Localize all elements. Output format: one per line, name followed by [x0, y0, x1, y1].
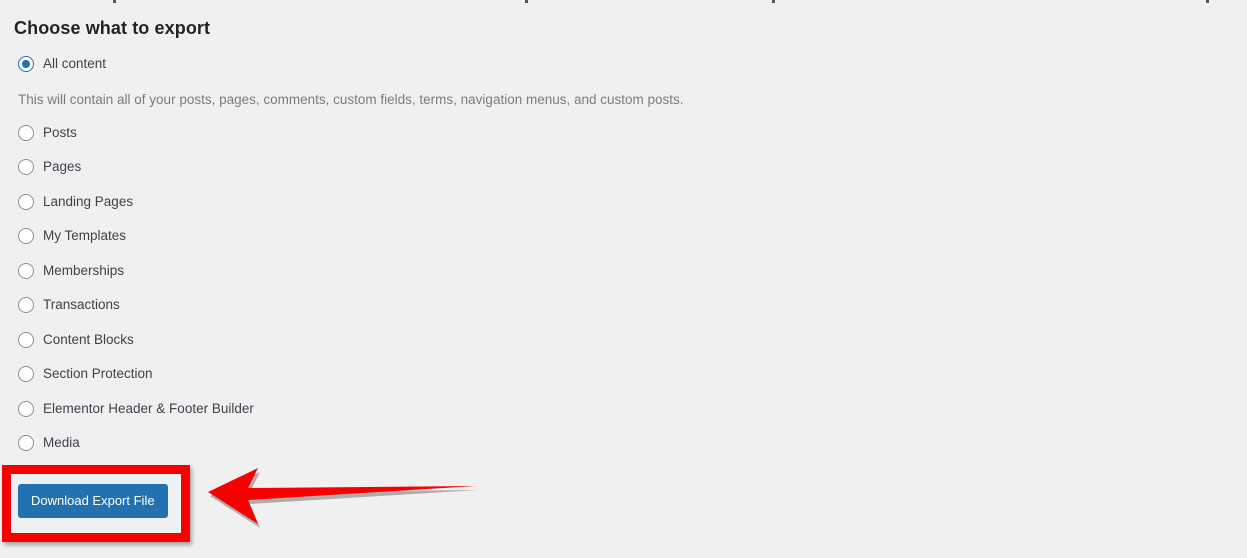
radio-my-templates[interactable] [18, 228, 34, 244]
option-row-landing-pages[interactable]: Landing Pages [0, 193, 900, 228]
radio-elementor-header-footer-builder[interactable] [18, 400, 34, 417]
option-row-elementor-header-footer-builder[interactable]: Elementor Header & Footer Builder [0, 400, 900, 435]
export-options-list: All content Posts Pages Landing Pages My… [0, 55, 900, 469]
clipped-row-remnants [0, 0, 1247, 3]
option-row-content-blocks[interactable]: Content Blocks [0, 331, 900, 366]
radio-pages[interactable] [18, 159, 34, 175]
option-label: Memberships [43, 262, 125, 278]
radio-posts[interactable] [18, 124, 34, 141]
export-settings-page: Choose what to export All content Posts … [0, 0, 1247, 558]
arrow-shadow-shape [210, 472, 478, 528]
option-label: Pages [43, 159, 82, 174]
radio-landing-pages[interactable] [18, 193, 34, 210]
radio-all-content[interactable] [18, 56, 34, 72]
option-label: Media [43, 435, 80, 450]
option-label: Landing Pages [43, 193, 134, 209]
page-title: Choose what to export [14, 18, 211, 38]
option-row-memberships[interactable]: Memberships [0, 262, 900, 297]
option-label: Content Blocks [43, 331, 134, 347]
arrow-shape [208, 468, 476, 524]
radio-media[interactable] [18, 435, 34, 451]
option-label: All content [43, 56, 107, 71]
radio-memberships[interactable] [18, 262, 34, 279]
option-label: Transactions [43, 297, 120, 312]
option-row-all-content[interactable]: All content [0, 55, 900, 90]
option-row-posts[interactable]: Posts [0, 124, 900, 159]
option-label: Posts [43, 124, 77, 140]
all-content-description: This will contain all of your posts, pag… [18, 92, 684, 107]
option-row-my-templates[interactable]: My Templates [0, 227, 900, 262]
highlight-box-annotation [2, 465, 190, 542]
option-row-media[interactable]: Media [0, 434, 900, 469]
red-arrow-annotation [208, 468, 478, 528]
option-label: Elementor Header & Footer Builder [43, 400, 254, 416]
option-row-section-protection[interactable]: Section Protection [0, 365, 900, 400]
radio-content-blocks[interactable] [18, 331, 34, 348]
option-row-pages[interactable]: Pages [0, 158, 900, 193]
radio-section-protection[interactable] [18, 366, 34, 382]
radio-transactions[interactable] [18, 297, 34, 313]
option-label: Section Protection [43, 366, 153, 381]
option-row-transactions[interactable]: Transactions [0, 296, 900, 331]
option-label: My Templates [43, 228, 127, 243]
